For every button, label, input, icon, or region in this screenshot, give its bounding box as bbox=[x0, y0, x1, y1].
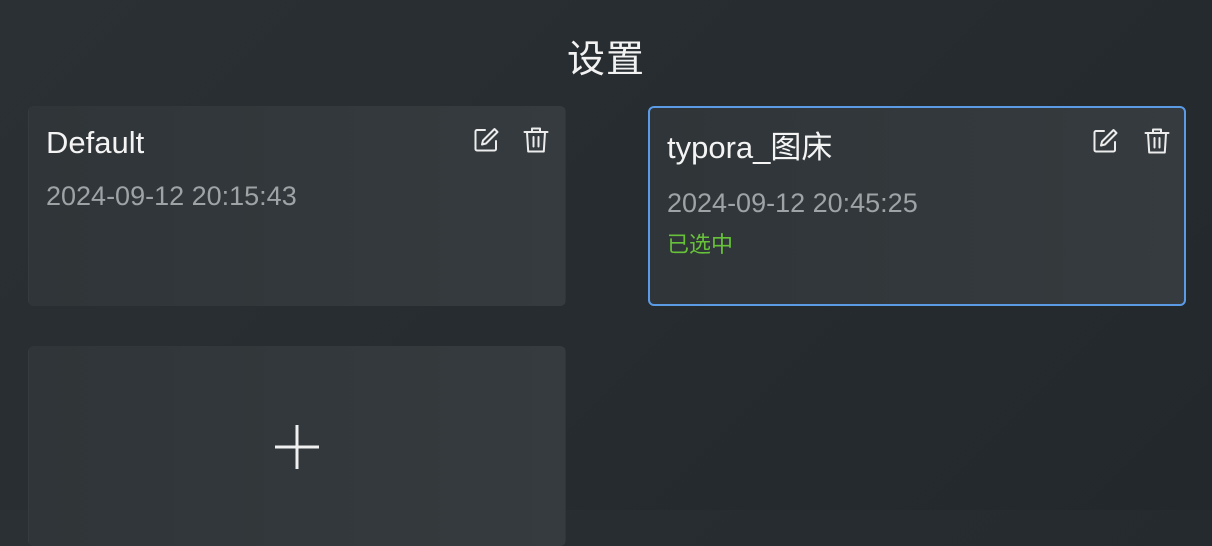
edit-icon[interactable] bbox=[471, 125, 501, 155]
edit-icon[interactable] bbox=[1090, 126, 1120, 156]
config-card-default[interactable]: Default 2024-09-12 20:15:43 bbox=[28, 106, 566, 306]
trash-icon[interactable] bbox=[521, 125, 551, 155]
page-title: 设置 bbox=[566, 37, 645, 81]
config-date: 2024-09-12 20:15:43 bbox=[46, 181, 297, 211]
plus-icon bbox=[273, 423, 321, 471]
config-date: 2024-09-12 20:45:25 bbox=[667, 188, 918, 218]
selected-status: 已选中 bbox=[667, 233, 734, 258]
config-name: Default bbox=[46, 125, 145, 160]
config-card-typora[interactable]: typora_图床 2024-09-12 20:45:25 已选中 bbox=[648, 106, 1186, 306]
config-name: typora_图床 bbox=[667, 130, 833, 165]
add-config-button[interactable] bbox=[28, 346, 566, 546]
trash-icon[interactable] bbox=[1142, 126, 1172, 156]
